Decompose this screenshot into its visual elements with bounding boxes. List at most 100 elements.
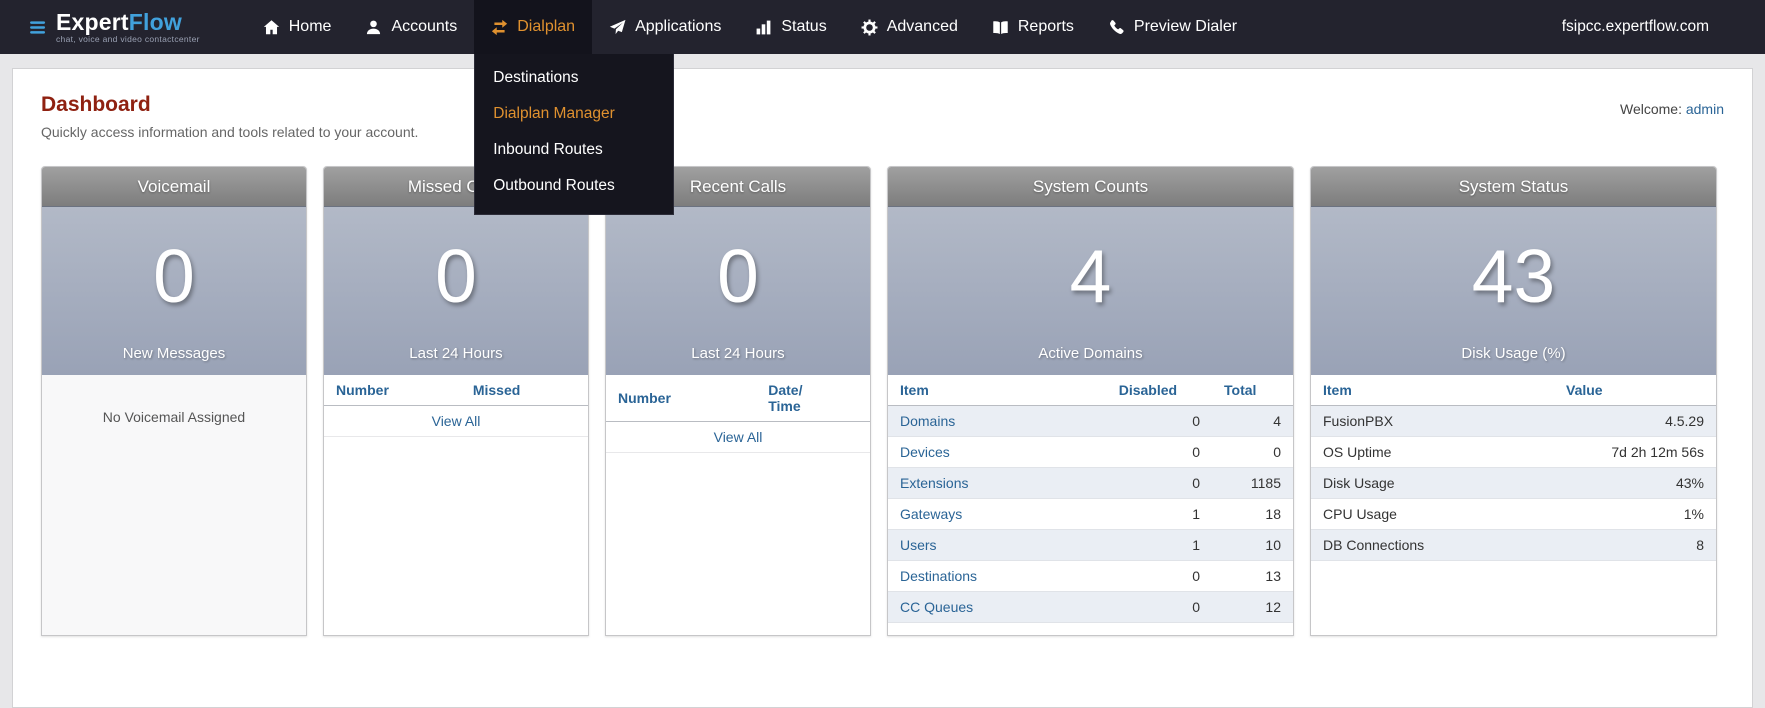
recent-calls-stat-block: 0 Last 24 Hours [606,207,870,375]
item-link-extensions[interactable]: Extensions [900,475,968,491]
status-item: FusionPBX [1311,405,1554,437]
nav-item-accounts[interactable]: Accounts [348,0,474,54]
col-value: Value [1554,375,1716,406]
welcome-user-link[interactable]: admin [1686,101,1724,117]
item-link-gateways[interactable]: Gateways [900,506,962,522]
gear-icon [861,19,878,35]
view-all-link[interactable]: View All [432,413,481,429]
nav-item-status[interactable]: Status [738,0,843,54]
disabled-value: 1 [1106,529,1212,561]
nav-label: Preview Dialer [1133,18,1238,35]
col-missed: Missed [460,375,588,406]
recent-calls-count: 0 [717,233,759,318]
dialplan-arrows-icon [492,19,508,35]
total-value: 13 [1212,560,1293,592]
logo-tagline: chat, voice and video contactcenter [56,33,200,44]
total-value: 1185 [1212,467,1293,499]
status-item: OS Uptime [1311,436,1554,468]
table-header-row: Number Date/ Time [606,375,870,423]
disk-usage-percent: 43 [1471,233,1556,318]
disabled-value: 0 [1106,591,1212,623]
paper-plane-icon [609,19,626,34]
table-row: Disk Usage 43% [1311,467,1716,499]
card-title: Voicemail [42,167,306,207]
nav-label: Applications [635,18,722,35]
nav-item-preview-dialer[interactable]: Preview Dialer [1091,0,1254,54]
card-title: System Counts [888,167,1293,207]
item-link-users[interactable]: Users [900,537,937,553]
status-item: Disk Usage [1311,467,1554,499]
item-link-destinations[interactable]: Destinations [900,568,977,584]
nav-item-advanced[interactable]: Advanced [844,0,975,54]
stat-label: Last 24 Hours [691,345,785,362]
col-number: Number [606,375,757,423]
home-icon [263,19,279,34]
system-status-stat-block: 43 Disk Usage (%) [1311,207,1716,375]
dropdown-item-dialplan-manager[interactable]: Dialplan Manager [475,96,673,132]
view-all-link[interactable]: View All [714,429,763,445]
table-row: Destinations 0 13 [888,560,1293,592]
status-value: 1% [1554,498,1716,530]
nav-item-dialplan[interactable]: Dialplan Destinations Dialplan Manager I… [474,0,675,215]
book-icon [993,20,1008,34]
stat-label: New Messages [122,345,226,362]
total-value: 0 [1212,436,1293,468]
nav-label: Home [288,18,332,35]
system-counts-table: Item Disabled Total Domains 0 4 Devices … [888,375,1293,623]
disabled-value: 0 [1106,405,1212,437]
disabled-value: 0 [1106,560,1212,592]
dropdown-item-destinations[interactable]: Destinations [475,60,673,96]
top-navbar: ExpertFlow chat, voice and video contact… [0,0,1765,215]
main-nav: Home Accounts Dialplan Destinations Dial… [246,0,1562,215]
page-head: Dashboard Quickly access information and… [41,93,1724,140]
nav-label: Dialplan [517,18,576,35]
page-title-block: Dashboard Quickly access information and… [41,93,418,140]
nav-label: Advanced [886,18,958,35]
disabled-value: 0 [1106,467,1212,499]
col-number: Number [324,375,461,406]
logo-text: ExpertFlow chat, voice and video contact… [56,8,200,44]
card-title: System Status [1311,167,1716,207]
table-row: Users 1 10 [888,529,1293,561]
recent-calls-table: Number Date/ Time View All [606,375,870,454]
stat-label: Active Domains [1038,345,1143,362]
item-link-devices[interactable]: Devices [900,444,950,460]
nav-item-home[interactable]: Home [246,0,349,54]
nav-item-applications[interactable]: Applications [592,0,738,54]
table-row: Devices 0 0 [888,436,1293,468]
table-row: CPU Usage 1% [1311,498,1716,530]
missed-calls-count: 0 [435,233,477,318]
table-row: Extensions 0 1185 [888,467,1293,499]
nav-label: Reports [1017,18,1074,35]
page-subtitle: Quickly access information and tools rel… [41,124,419,140]
welcome-text: Welcome: admin [1620,101,1724,117]
welcome-label: Welcome: [1619,101,1682,117]
table-row: CC Queues 0 12 [888,591,1293,623]
voicemail-empty-message: No Voicemail Assigned [42,375,306,635]
item-link-domains[interactable]: Domains [900,413,955,429]
active-domains-count: 4 [1069,233,1112,318]
dropdown-item-inbound-routes[interactable]: Inbound Routes [475,132,673,168]
phone-icon [1109,19,1124,34]
status-item: DB Connections [1311,529,1554,561]
table-row: FusionPBX 4.5.29 [1311,405,1716,437]
status-item: CPU Usage [1311,498,1554,530]
status-value: 4.5.29 [1554,405,1716,437]
brand-expert: Expert [56,8,129,35]
nav-item-reports[interactable]: Reports [975,0,1091,54]
col-item: Item [888,375,1107,406]
col-date-time-line1: Date/ [768,382,803,398]
disabled-value: 0 [1106,436,1212,468]
col-item: Item [1311,375,1554,406]
dropdown-item-outbound-routes[interactable]: Outbound Routes [475,168,673,204]
total-value: 4 [1212,405,1293,437]
system-status-card: System Status 43 Disk Usage (%) Item Val… [1310,166,1717,636]
status-value: 7d 2h 12m 56s [1554,436,1716,468]
item-link-cc-queues[interactable]: CC Queues [900,599,973,615]
logo[interactable]: ExpertFlow chat, voice and video contact… [30,0,200,54]
page-title: Dashboard [41,93,151,116]
col-total: Total [1212,375,1293,406]
table-header-row: Number Missed [324,375,588,406]
voicemail-count: 0 [153,233,195,318]
nav-label: Accounts [391,18,458,35]
